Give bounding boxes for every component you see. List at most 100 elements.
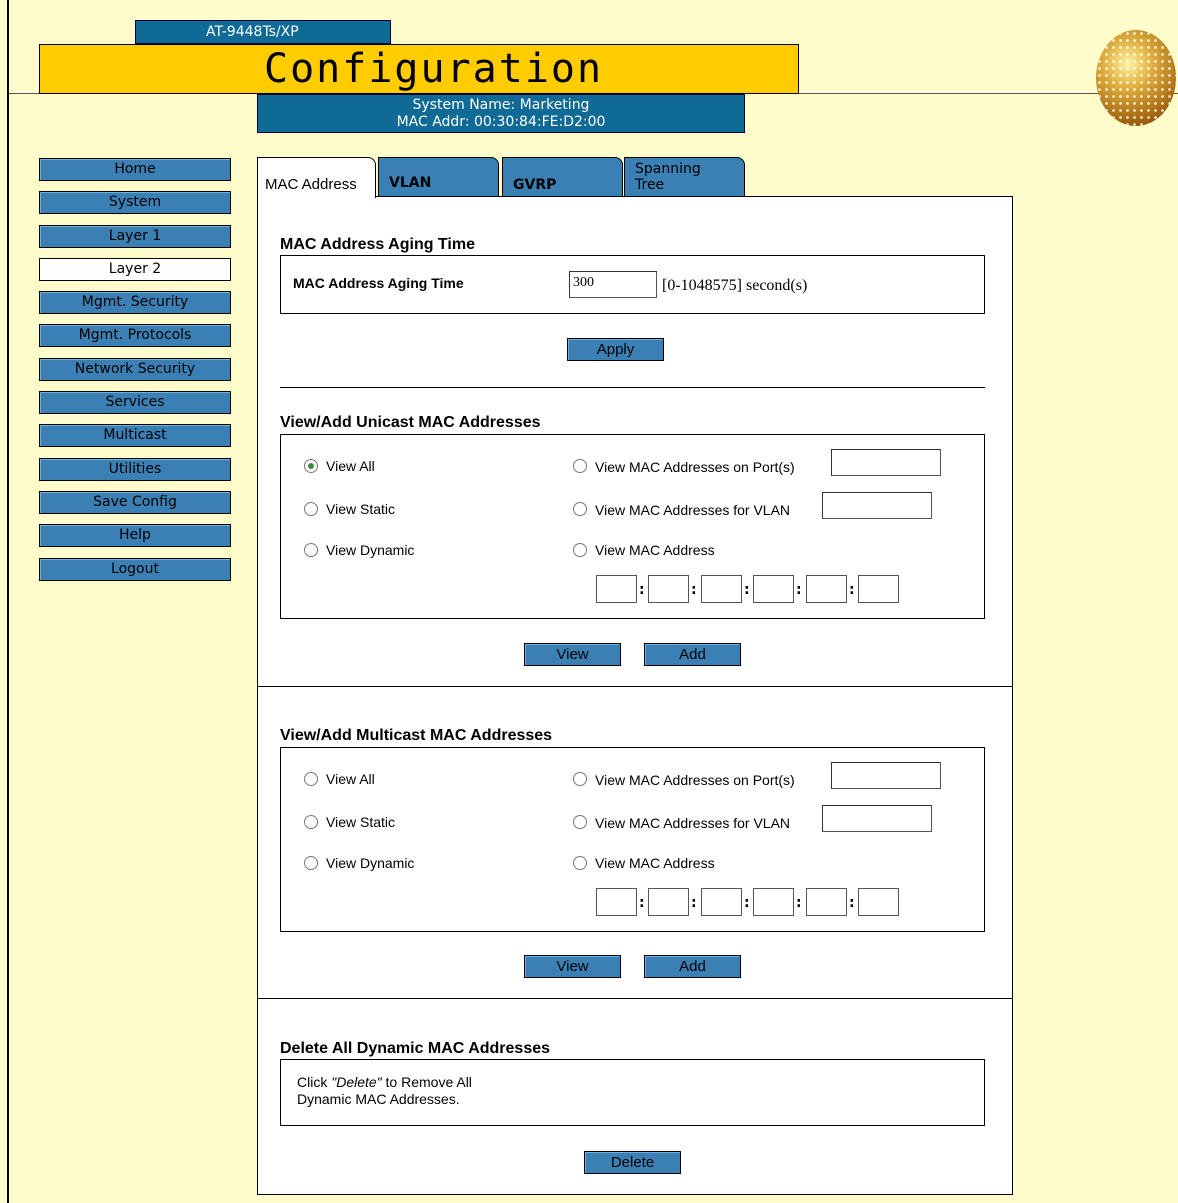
- nav-mgmt-security-button[interactable]: Mgmt. Security: [39, 291, 231, 315]
- colon-separator: :: [849, 895, 855, 911]
- multicast-mac-octet-4[interactable]: [753, 888, 794, 916]
- multicast-mac-octet-5[interactable]: [806, 888, 847, 916]
- nav-network-security-button[interactable]: Network Security: [39, 357, 231, 381]
- unicast-view-button[interactable]: View: [524, 643, 621, 666]
- delete-text-pre: Click: [297, 1074, 332, 1090]
- nav-logout-button[interactable]: Logout: [39, 557, 231, 581]
- multicast-mac-octet-6[interactable]: [858, 888, 899, 916]
- multicast-view-mac-radio[interactable]: [573, 856, 587, 870]
- unicast-view-mac-label: View MAC Address: [595, 542, 715, 558]
- nav-mgmt-protocols-button[interactable]: Mgmt. Protocols: [39, 324, 231, 348]
- multicast-add-button[interactable]: Add: [644, 955, 741, 978]
- delete-text-em: "Delete": [331, 1074, 382, 1090]
- delete-text-post: to Remove All: [381, 1074, 472, 1090]
- unicast-mac-octet-6[interactable]: [858, 575, 899, 603]
- aging-time-input[interactable]: 300: [569, 271, 657, 298]
- nav-services-button[interactable]: Services: [39, 391, 231, 415]
- multicast-view-ports-label: View MAC Addresses on Port(s): [595, 772, 795, 788]
- colon-separator: :: [744, 582, 750, 598]
- nav-system-button[interactable]: System: [39, 191, 231, 215]
- multicast-section-title: View/Add Multicast MAC Addresses: [280, 727, 553, 744]
- nav-save-config-button[interactable]: Save Config: [39, 490, 231, 514]
- tab-vlan[interactable]: VLAN: [378, 157, 499, 197]
- unicast-view-mac-radio[interactable]: [573, 543, 587, 557]
- unicast-mac-octet-4[interactable]: [753, 575, 794, 603]
- colon-separator: :: [744, 895, 750, 911]
- unicast-mac-octet-2[interactable]: [648, 575, 689, 603]
- delete-button[interactable]: Delete: [584, 1151, 681, 1174]
- unicast-ports-input[interactable]: [831, 449, 941, 476]
- globe-logo-icon: [1096, 30, 1176, 126]
- tab-gvrp[interactable]: GVRP: [502, 157, 623, 197]
- system-name: System Name: Marketing: [412, 97, 590, 113]
- multicast-view-ports-radio[interactable]: [573, 772, 587, 786]
- multicast-view-all-label: View All: [326, 771, 375, 787]
- unicast-mac-octet-1[interactable]: [596, 575, 637, 603]
- multicast-view-mac-label: View MAC Address: [595, 855, 715, 871]
- multicast-view-static-radio[interactable]: [304, 815, 318, 829]
- unicast-view-ports-radio[interactable]: [573, 459, 587, 473]
- nav-multicast-button[interactable]: Multicast: [39, 424, 231, 448]
- colon-separator: :: [796, 895, 802, 911]
- sidebar-nav: Home System Layer 1 Layer 2 Mgmt. Securi…: [39, 158, 231, 591]
- unicast-view-all-radio[interactable]: [304, 459, 318, 473]
- aging-range-hint: [0-1048575] second(s): [662, 277, 808, 294]
- multicast-vlan-input[interactable]: [822, 805, 932, 832]
- multicast-view-vlan-radio[interactable]: [573, 815, 587, 829]
- nav-help-button[interactable]: Help: [39, 524, 231, 548]
- multicast-view-static-label: View Static: [326, 814, 395, 830]
- unicast-vlan-input[interactable]: [822, 492, 932, 519]
- multicast-view-dynamic-radio[interactable]: [304, 856, 318, 870]
- unicast-view-static-radio[interactable]: [304, 502, 318, 516]
- colon-separator: :: [691, 895, 697, 911]
- delete-panel: Click "Delete" to Remove All Dynamic MAC…: [280, 1059, 985, 1126]
- section-divider: [258, 686, 1012, 687]
- main-content: MAC Address Aging Time MAC Address Aging…: [257, 196, 1013, 1195]
- system-info: System Name: Marketing MAC Addr: 00:30:8…: [257, 94, 745, 133]
- multicast-ports-input[interactable]: [831, 762, 941, 789]
- nav-layer2-button[interactable]: Layer 2: [39, 257, 231, 281]
- aging-section-title: MAC Address Aging Time: [280, 236, 475, 253]
- multicast-view-button[interactable]: View: [524, 955, 621, 978]
- tab-mac-address[interactable]: MAC Address: [257, 157, 376, 198]
- delete-instructions: Click "Delete" to Remove All Dynamic MAC…: [297, 1074, 472, 1108]
- colon-separator: :: [691, 582, 697, 598]
- tab-spanning-tree[interactable]: Spanning Tree: [624, 157, 745, 197]
- unicast-view-vlan-radio[interactable]: [573, 502, 587, 516]
- unicast-view-vlan-label: View MAC Addresses for VLAN: [595, 502, 791, 518]
- nav-layer1-button[interactable]: Layer 1: [39, 224, 231, 248]
- unicast-view-dynamic-radio[interactable]: [304, 543, 318, 557]
- page-title: Configuration: [39, 44, 799, 94]
- unicast-view-ports-label: View MAC Addresses on Port(s): [595, 459, 795, 475]
- multicast-view-dynamic-label: View Dynamic: [326, 855, 415, 871]
- divider: [280, 387, 985, 388]
- apply-button[interactable]: Apply: [567, 338, 664, 361]
- multicast-mac-octet-1[interactable]: [596, 888, 637, 916]
- unicast-mac-octet-3[interactable]: [701, 575, 742, 603]
- multicast-mac-octet-3[interactable]: [701, 888, 742, 916]
- tab-spanning-tree-label-2: Tree: [635, 177, 665, 193]
- tab-gvrp-label: GVRP: [513, 177, 557, 193]
- tab-spanning-tree-label-1: Spanning: [635, 161, 701, 177]
- aging-field-label: MAC Address Aging Time: [293, 275, 464, 291]
- mac-address-info: MAC Addr: 00:30:84:FE:D2:00: [396, 114, 606, 130]
- colon-separator: :: [639, 582, 645, 598]
- unicast-view-all-label: View All: [326, 458, 375, 474]
- delete-text-line2: Dynamic MAC Addresses.: [297, 1091, 460, 1107]
- unicast-view-dynamic-label: View Dynamic: [326, 542, 415, 558]
- colon-separator: :: [849, 582, 855, 598]
- tab-mac-address-label: MAC Address: [265, 176, 357, 193]
- multicast-view-all-radio[interactable]: [304, 772, 318, 786]
- unicast-panel: View All View Static View Dynamic View M…: [280, 434, 985, 619]
- section-divider: [258, 998, 1012, 999]
- multicast-panel: View All View Static View Dynamic View M…: [280, 747, 985, 932]
- nav-utilities-button[interactable]: Utilities: [39, 457, 231, 481]
- aging-panel: MAC Address Aging Time 300 [0-1048575] s…: [280, 255, 985, 314]
- multicast-mac-octet-2[interactable]: [648, 888, 689, 916]
- unicast-mac-octet-5[interactable]: [806, 575, 847, 603]
- unicast-add-button[interactable]: Add: [644, 643, 741, 666]
- nav-home-button[interactable]: Home: [39, 158, 231, 181]
- model-label: AT-9448Ts/XP: [135, 20, 391, 44]
- colon-separator: :: [796, 582, 802, 598]
- colon-separator: :: [639, 895, 645, 911]
